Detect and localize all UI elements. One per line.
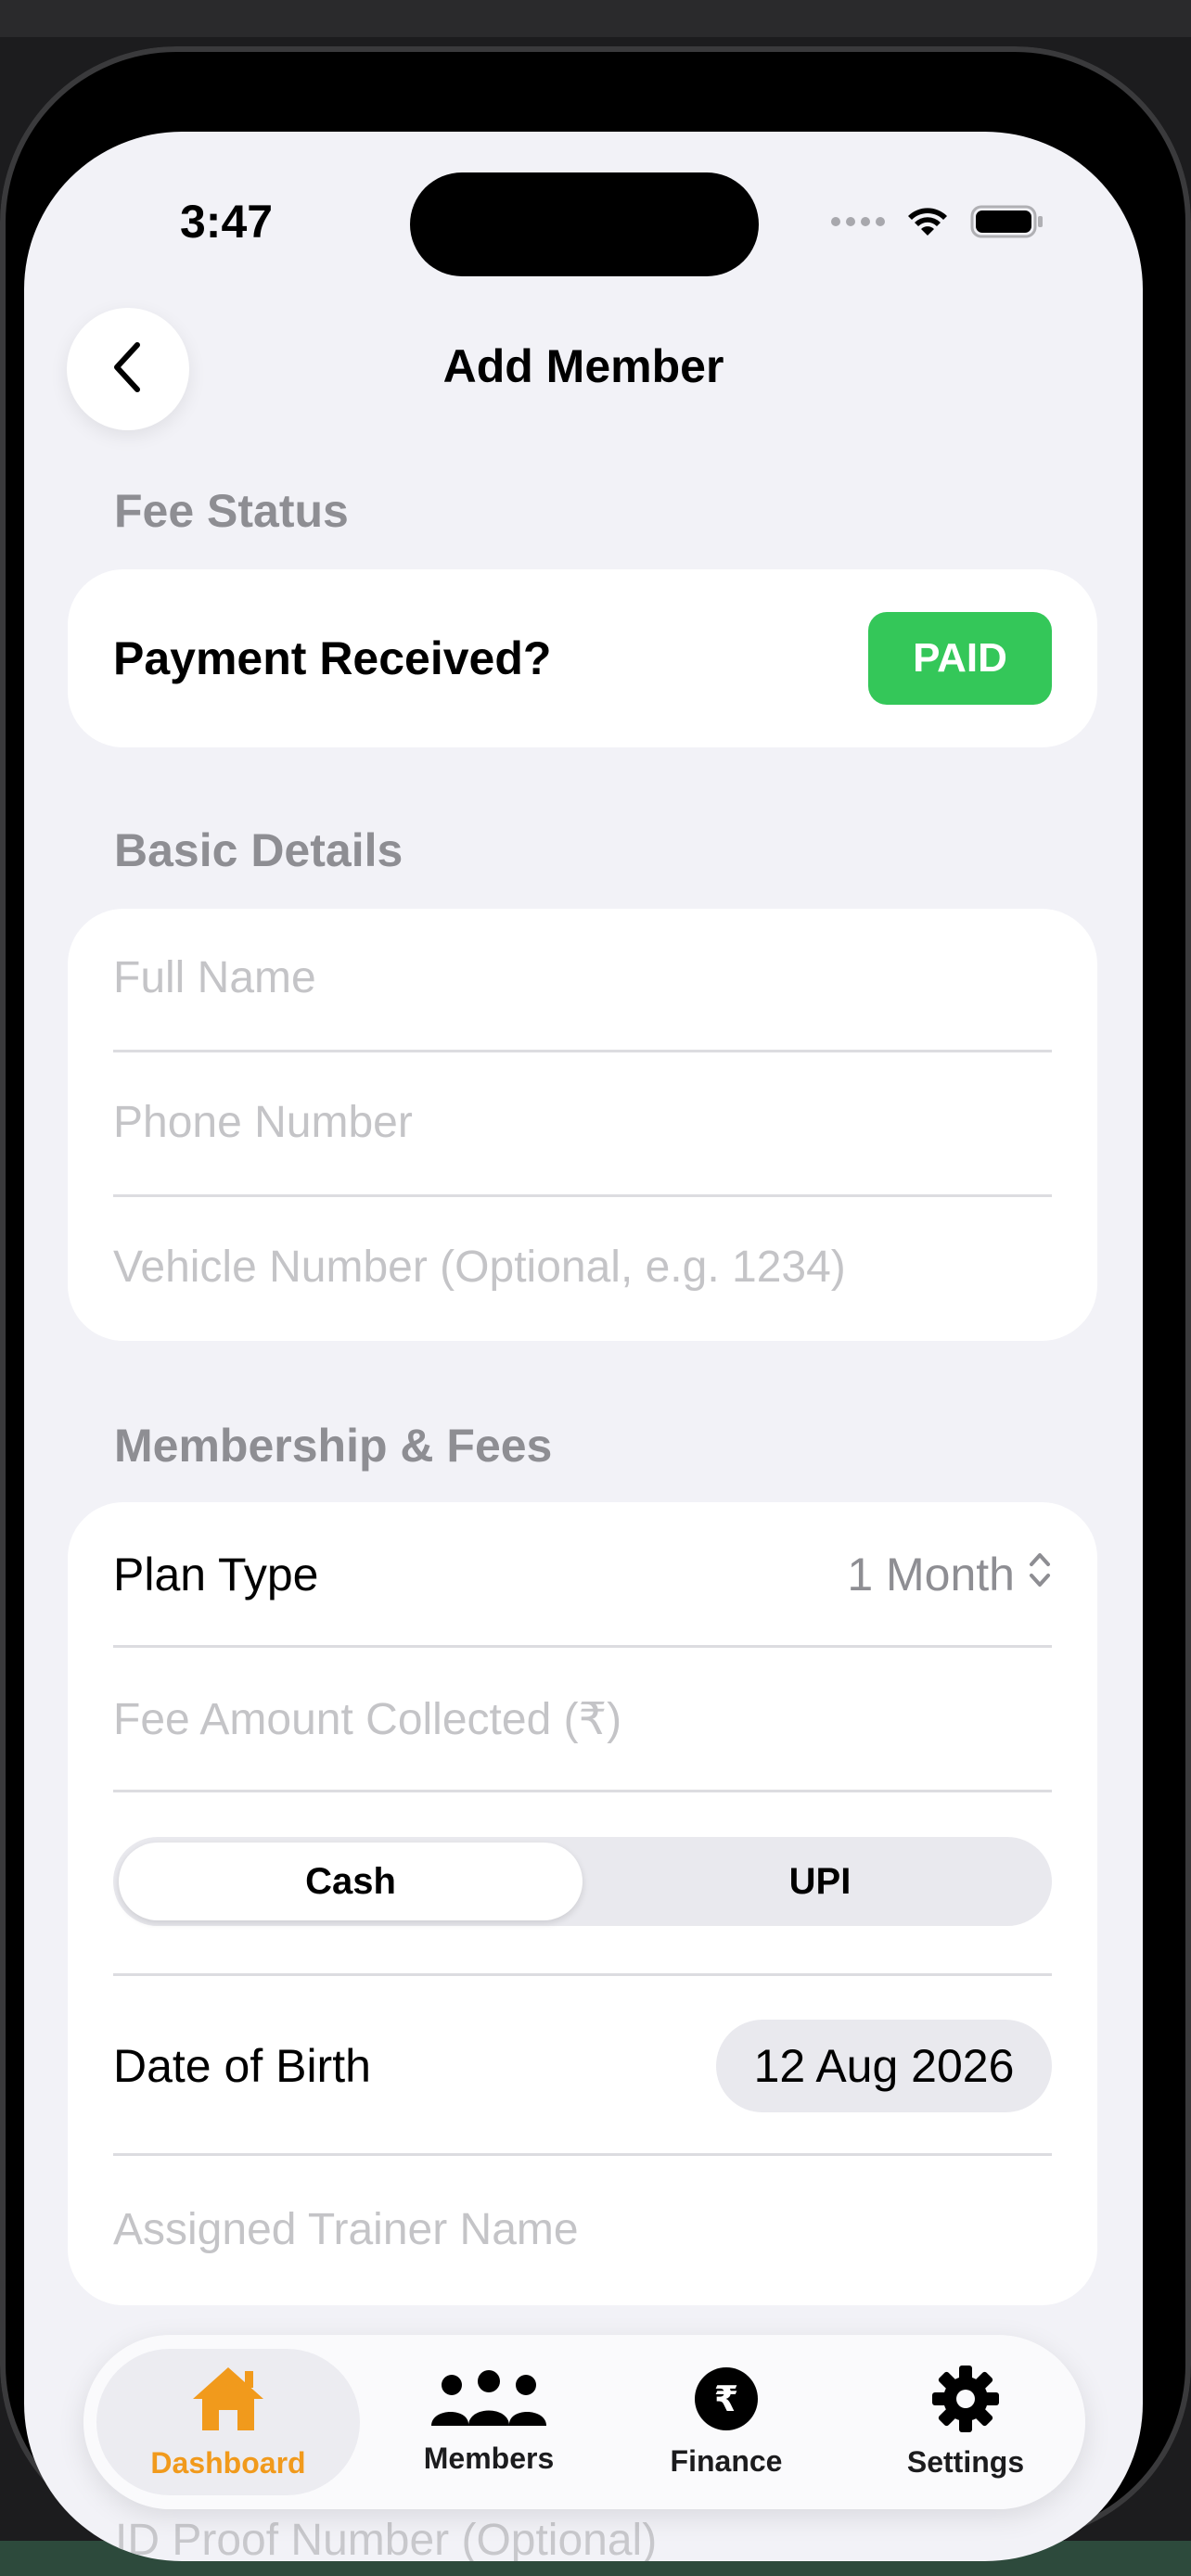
phone-number-placeholder: Phone Number (113, 1097, 413, 1147)
phone-screen: 3:47 Add Member Fee Status Payment Recei… (24, 132, 1143, 2561)
basic-details-header: Basic Details (114, 824, 403, 876)
basic-details-card: Full Name Phone Number Vehicle Number (O… (68, 909, 1097, 1341)
id-proof-placeholder: ID Proof Number (Optional) (115, 2516, 658, 2561)
divider (113, 1973, 1052, 1976)
divider (113, 1645, 1052, 1648)
trainer-name-field[interactable]: Assigned Trainer Name (113, 2192, 1052, 2266)
tab-bar: Dashboard Members ₹ Finance Settings (83, 2335, 1085, 2509)
phone-number-field[interactable]: Phone Number (113, 1085, 1052, 1159)
status-time: 3:47 (180, 196, 274, 248)
divider (113, 1790, 1052, 1792)
plan-type-label: Plan Type (113, 1549, 319, 1600)
battery-icon (970, 203, 1044, 240)
cellular-signal-icon (831, 217, 885, 226)
divider (113, 2153, 1052, 2156)
date-of-birth-label: Date of Birth (113, 2040, 371, 2092)
wifi-icon (905, 204, 950, 239)
house-icon (189, 2364, 267, 2439)
paid-status-toggle[interactable]: PAID (868, 612, 1052, 705)
svg-text:₹: ₹ (714, 2378, 738, 2419)
tab-dashboard[interactable]: Dashboard (96, 2349, 360, 2495)
fee-amount-placeholder: Fee Amount Collected (₹) (113, 1695, 622, 1744)
tab-label: Members (423, 2442, 555, 2475)
tab-members[interactable]: Members (373, 2335, 605, 2509)
payment-mode-upi[interactable]: UPI (588, 1837, 1052, 1926)
full-name-placeholder: Full Name (113, 952, 316, 1002)
payment-received-label: Payment Received? (113, 632, 552, 684)
plan-type-value: 1 Month (847, 1549, 1015, 1600)
gear-icon (931, 2365, 1000, 2438)
fee-status-card: Payment Received? PAID (68, 569, 1097, 747)
tab-finance[interactable]: ₹ Finance (610, 2335, 842, 2509)
fee-status-header: Fee Status (114, 485, 349, 537)
membership-fees-header: Membership & Fees (114, 1420, 553, 1472)
phone-frame: 3:47 Add Member Fee Status Payment Recei… (0, 46, 1191, 2561)
dynamic-island (410, 172, 759, 276)
full-name-field[interactable]: Full Name (113, 940, 1052, 1014)
page-title: Add Member (442, 340, 724, 392)
status-indicators (831, 198, 1044, 245)
rupee-circle-icon: ₹ (693, 2366, 760, 2437)
payment-received-row: Payment Received? PAID (113, 612, 1052, 705)
chevron-up-down-icon (1028, 1548, 1052, 1601)
plan-type-picker[interactable]: 1 Month (847, 1548, 1052, 1601)
payment-mode-cash[interactable]: Cash (119, 1843, 583, 1920)
plan-type-row[interactable]: Plan Type 1 Month (113, 1537, 1052, 1612)
payment-mode-segmented-control: Cash UPI (113, 1837, 1052, 1926)
vehicle-number-placeholder: Vehicle Number (Optional, e.g. 1234) (113, 1242, 846, 1292)
divider (113, 1194, 1052, 1197)
tab-label: Dashboard (150, 2446, 306, 2480)
trainer-name-placeholder: Assigned Trainer Name (113, 2204, 579, 2254)
divider (113, 1050, 1052, 1052)
people-icon (428, 2368, 550, 2434)
date-of-birth-picker[interactable]: 12 Aug 2026 (716, 2020, 1052, 2112)
top-bezel-strip (0, 0, 1191, 37)
tab-label: Settings (906, 2445, 1025, 2479)
date-of-birth-row: Date of Birth 12 Aug 2026 (113, 2020, 1052, 2112)
membership-fees-card: Plan Type 1 Month Fee Amount Collected (… (68, 1502, 1097, 2305)
vehicle-number-field[interactable]: Vehicle Number (Optional, e.g. 1234) (113, 1230, 1052, 1304)
tab-label: Finance (670, 2444, 783, 2478)
fee-amount-field[interactable]: Fee Amount Collected (₹) (113, 1682, 1052, 1756)
tab-settings[interactable]: Settings (850, 2335, 1082, 2509)
